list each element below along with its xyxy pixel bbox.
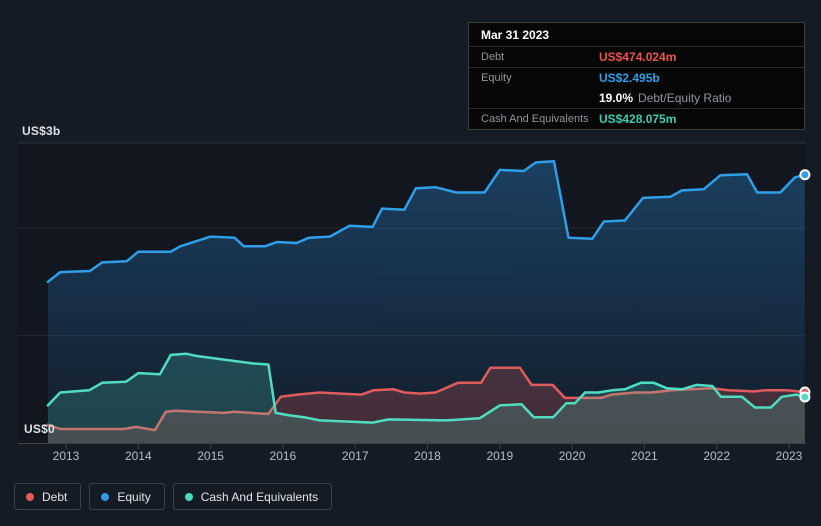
x-axis-year-label: 2014 xyxy=(124,449,152,463)
x-axis-year-label: 2022 xyxy=(703,449,731,463)
tooltip-debt-label: Debt xyxy=(481,51,505,63)
legend-item-cash[interactable]: Cash And Equivalents xyxy=(172,483,333,510)
cash-dot-icon xyxy=(184,492,193,501)
x-axis-year-label: 2013 xyxy=(52,449,80,463)
tooltip-ratio-label: Debt/Equity Ratio xyxy=(638,91,732,105)
tooltip-cash-row: Cash And Equivalents US$428.075m xyxy=(469,108,804,129)
x-axis-year-label: 2015 xyxy=(197,449,224,463)
tooltip: Mar 31 2023 Debt US$474.024m Equity US$2… xyxy=(468,22,805,130)
legend-debt-label: Debt xyxy=(42,489,68,504)
tooltip-cash-label: Cash And Equivalents xyxy=(481,113,589,125)
legend-equity-label: Equity xyxy=(117,489,151,504)
legend-item-debt[interactable]: Debt xyxy=(14,483,82,510)
x-axis-year-label: 2021 xyxy=(631,449,658,463)
x-axis-year-label: 2016 xyxy=(269,449,297,463)
tooltip-ratio-row: 19.0% Debt/Equity Ratio xyxy=(469,88,804,108)
legend-cash-label: Cash And Equivalents xyxy=(200,489,319,504)
x-axis-year-label: 2017 xyxy=(341,449,369,463)
y-axis-zero-label: US$0 xyxy=(24,422,55,436)
tooltip-cash-value: US$428.075m xyxy=(599,112,677,126)
legend: Debt Equity Cash And Equivalents xyxy=(14,483,333,510)
tooltip-equity-row: Equity US$2.495b xyxy=(469,67,804,88)
tooltip-ratio-value: 19.0% xyxy=(599,91,634,105)
tooltip-date: Mar 31 2023 xyxy=(481,28,550,42)
debt-dot-icon xyxy=(26,492,34,501)
tooltip-debt-value: US$474.024m xyxy=(599,50,677,64)
tooltip-equity-value: US$2.495b xyxy=(599,71,660,85)
equity-dot-icon xyxy=(101,492,110,501)
tooltip-equity-label: Equity xyxy=(481,72,512,84)
legend-item-equity[interactable]: Equity xyxy=(89,483,165,510)
tooltip-debt-row: Debt US$474.024m xyxy=(469,46,804,67)
x-axis-year-label: 2018 xyxy=(414,449,441,463)
x-axis-year-label: 2019 xyxy=(486,449,514,463)
debt-equity-cash-chart: US$3b US$0 2013 2014 2015 2016 2017 2018 2019 2… xyxy=(0,0,821,526)
x-axis-year-label: 2023 xyxy=(775,449,803,463)
x-axis-year-label: 2020 xyxy=(558,449,586,463)
y-axis-max-label: US$3b xyxy=(22,124,61,138)
